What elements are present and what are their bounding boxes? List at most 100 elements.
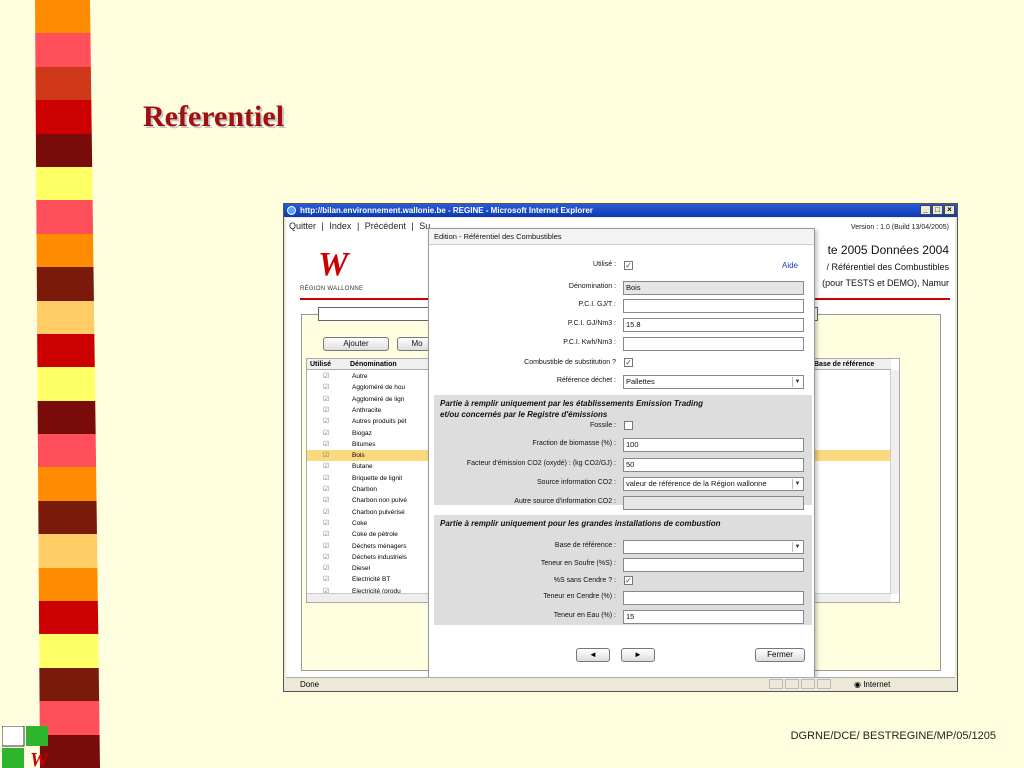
ajouter-button[interactable]: Ajouter bbox=[323, 337, 389, 351]
source-value: valeur de référence de la Région wallonn… bbox=[626, 479, 767, 488]
row-denomination: Bois bbox=[352, 452, 365, 460]
chevron-down-icon[interactable]: ▼ bbox=[792, 377, 802, 387]
eau-field[interactable]: 15 bbox=[623, 610, 804, 624]
vertical-scrollbar[interactable] bbox=[890, 370, 899, 594]
row-checkbox-icon: ☑ bbox=[323, 531, 330, 539]
menu-index[interactable]: Index bbox=[329, 221, 351, 231]
stripe-band bbox=[35, 200, 100, 235]
stripe-band bbox=[35, 166, 100, 202]
row-checkbox-icon: ☑ bbox=[323, 519, 330, 527]
row-checkbox-icon: ☑ bbox=[323, 565, 330, 573]
browser-window: http://bilan.environnement.wallonie.be -… bbox=[283, 203, 958, 692]
row-denomination: Charbon non pulvé bbox=[352, 497, 407, 505]
base-select[interactable]: ▼ bbox=[623, 540, 804, 554]
chevron-down-icon[interactable]: ▼ bbox=[792, 542, 802, 552]
stripe-band bbox=[35, 66, 100, 102]
decorative-stripe bbox=[0, 0, 115, 768]
row-checkbox-icon: ☑ bbox=[323, 373, 330, 380]
stripe-band bbox=[35, 100, 100, 135]
row-denomination: Anthracite bbox=[352, 406, 382, 414]
next-button[interactable]: ► bbox=[621, 648, 655, 662]
row-denomination: Charbon bbox=[352, 486, 377, 493]
facteur-field[interactable]: 50 bbox=[623, 458, 804, 472]
row-denomination: Coke bbox=[352, 519, 368, 527]
row-checkbox-icon: ☑ bbox=[323, 452, 330, 460]
fraction-label: Fraction de biomasse (%) : bbox=[532, 440, 616, 447]
row-checkbox-icon: ☑ bbox=[323, 418, 330, 426]
row-checkbox-icon: ☑ bbox=[323, 576, 330, 584]
soufre-label: Teneur en Soufre (%S) : bbox=[540, 560, 616, 567]
facteur-label: Facteur d'émission CO2 (oxydé) : (kg CO2… bbox=[466, 460, 616, 467]
region-wallonne-logo: W RÉGION WALLONNE bbox=[300, 246, 364, 292]
row-denomination: Bitumes bbox=[352, 440, 376, 448]
menu-precedent[interactable]: Précédent bbox=[365, 221, 406, 231]
cendre-field[interactable] bbox=[623, 591, 804, 605]
browser-titlebar: http://bilan.environnement.wallonie.be -… bbox=[284, 204, 957, 217]
soufre-field[interactable] bbox=[623, 558, 804, 572]
pci-gjnm3-field[interactable]: 15.8 bbox=[623, 318, 804, 332]
sans-cendre-label: %S sans Cendre ? : bbox=[553, 577, 616, 584]
eau-label: Teneur en Eau (%) : bbox=[553, 612, 616, 619]
row-denomination: Charbon pulvérisé bbox=[352, 508, 405, 516]
stripe-band bbox=[35, 0, 100, 35]
utilise-checkbox[interactable]: ✓ bbox=[624, 261, 633, 270]
previous-button[interactable]: ◄ bbox=[576, 648, 610, 662]
stripe-band bbox=[35, 333, 100, 369]
status-bar: Done ◉ Internet bbox=[286, 677, 955, 690]
stripe-band bbox=[35, 133, 100, 168]
stripe-band bbox=[35, 267, 100, 302]
fossile-label: Fossile : bbox=[589, 422, 616, 429]
row-checkbox-icon: ☑ bbox=[323, 429, 330, 437]
top-menu: Quitter | Index | Précédent | Su bbox=[289, 221, 433, 231]
aide-link[interactable]: Aide bbox=[782, 261, 798, 270]
row-checkbox-icon: ☑ bbox=[323, 384, 330, 392]
browser-title: http://bilan.environnement.wallonie.be -… bbox=[300, 206, 593, 215]
stripe-band bbox=[35, 601, 100, 636]
stripe-band bbox=[35, 500, 100, 536]
row-denomination: Butane bbox=[352, 463, 373, 471]
stripe-band bbox=[35, 233, 100, 269]
sans-cendre-checkbox[interactable]: ✓ bbox=[624, 576, 633, 585]
pci-gjnm3-label: P.C.I. GJ/Nm3 : bbox=[567, 320, 616, 327]
internet-zone-label: Internet bbox=[863, 680, 891, 689]
row-denomination: Briquette de lignit bbox=[352, 474, 403, 482]
ref-dechet-select[interactable]: Pallettes ▼ bbox=[623, 375, 804, 389]
stripe-band bbox=[35, 367, 100, 402]
base-label: Base de référence : bbox=[554, 542, 616, 549]
ref-dechet-value: Pallettes bbox=[626, 377, 655, 386]
substitution-checkbox[interactable]: ✓ bbox=[624, 358, 633, 367]
chevron-down-icon[interactable]: ▼ bbox=[792, 479, 802, 489]
autre-source-label: Autre source d'information CO2 : bbox=[514, 498, 616, 505]
fraction-field[interactable]: 100 bbox=[623, 438, 804, 452]
pci-gjt-field[interactable] bbox=[623, 299, 804, 313]
row-checkbox-icon: ☑ bbox=[323, 440, 330, 448]
pci-kwh-field[interactable] bbox=[623, 337, 804, 351]
row-checkbox-icon: ☑ bbox=[323, 553, 330, 561]
autre-source-field[interactable] bbox=[623, 496, 804, 510]
row-checkbox-icon: ☑ bbox=[323, 508, 330, 516]
header-subtitle: (pour TESTS et DEMO), Namur bbox=[822, 278, 949, 288]
row-checkbox-icon: ☑ bbox=[323, 486, 330, 493]
col-base-reference[interactable]: Base de référence bbox=[811, 359, 891, 370]
maximize-icon[interactable]: □ bbox=[932, 205, 943, 215]
stripe-band bbox=[35, 434, 100, 469]
close-icon[interactable]: × bbox=[944, 205, 955, 215]
source-select[interactable]: valeur de référence de la Région wallonn… bbox=[623, 477, 804, 491]
pci-gjt-label: P.C.I. GJ/T : bbox=[578, 301, 616, 308]
row-denomination: Aggloméré de lign bbox=[352, 395, 405, 403]
row-denomination: Aggloméré de hou bbox=[352, 384, 406, 392]
stripe-band bbox=[35, 534, 100, 569]
col-utilise[interactable]: Utilisé bbox=[307, 359, 347, 370]
fermer-button[interactable]: Fermer bbox=[755, 648, 805, 662]
minimize-icon[interactable]: _ bbox=[920, 205, 931, 215]
row-denomination: Autre bbox=[352, 373, 368, 380]
denomination-field[interactable]: Bois bbox=[623, 281, 804, 295]
fossile-checkbox[interactable] bbox=[624, 421, 633, 430]
stripe-band bbox=[35, 567, 100, 603]
menu-quitter[interactable]: Quitter bbox=[289, 221, 316, 231]
slide-footer: DGRNE/DCE/ BESTREGINE/MP/05/1205 bbox=[790, 730, 996, 742]
row-checkbox-icon: ☑ bbox=[323, 474, 330, 482]
dialog-title: Edition - Référentiel des Combustibles bbox=[429, 229, 814, 245]
logo-text: RÉGION WALLONNE bbox=[300, 286, 364, 292]
svg-text:W: W bbox=[30, 749, 49, 768]
